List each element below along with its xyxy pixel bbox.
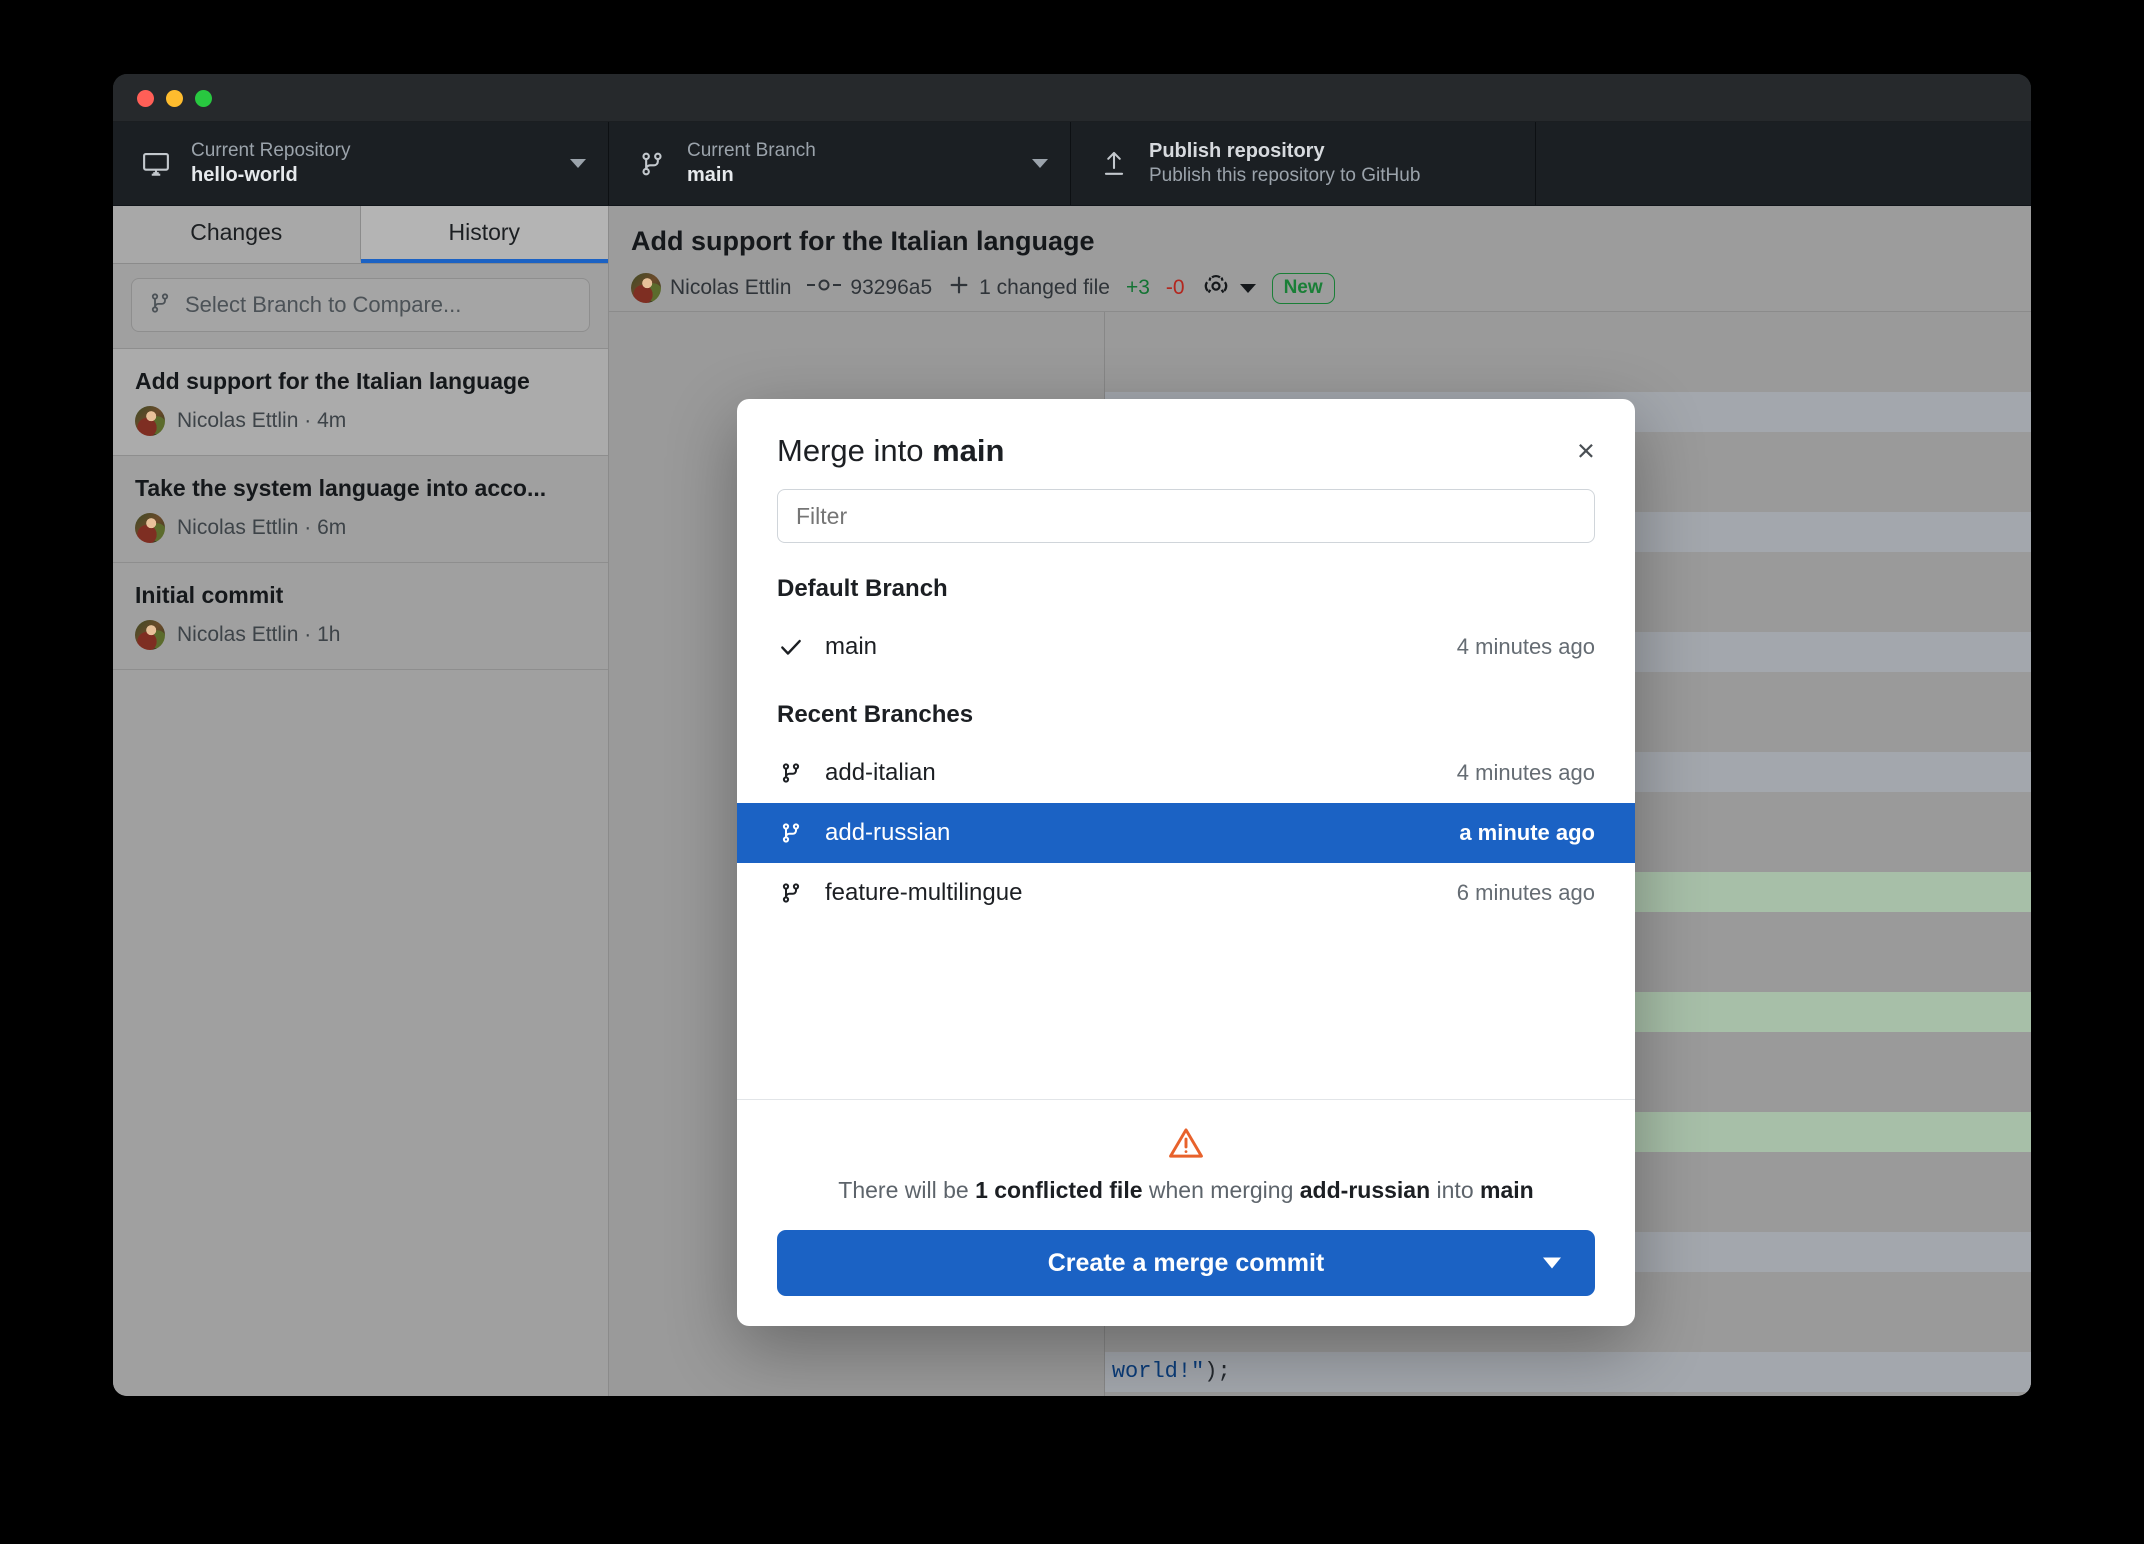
filter-input[interactable] [777,489,1595,543]
dialog-footer: There will be 1 conflicted file when mer… [737,1098,1635,1326]
warning-triangle-icon [777,1126,1595,1160]
github-desktop-window: Current Repository hello-world Current B… [113,74,2031,1396]
create-merge-commit-button[interactable]: Create a merge commit [777,1230,1595,1296]
branch-time: 4 minutes ago [1456,634,1595,659]
close-icon[interactable]: × [1571,433,1601,468]
merge-button-label: Create a merge commit [1047,1248,1325,1277]
filter-wrapper [737,469,1635,543]
group-label-recent-branches: Recent Branches [777,701,974,728]
chevron-down-icon[interactable] [1543,1257,1561,1269]
check-icon [777,634,805,660]
merge-branch-dialog: Merge into main × Default Branch main 4 … [737,399,1635,1326]
dialog-header: Merge into main × [737,399,1635,469]
branch-icon [777,821,805,845]
dialog-title: Merge into main [777,433,1005,468]
branch-list[interactable]: Default Branch main 4 minutes ago Recent… [737,567,1635,1099]
branch-item-add-italian[interactable]: add-italian 4 minutes ago [737,743,1635,803]
branch-item-main[interactable]: main 4 minutes ago [737,617,1635,677]
branch-icon [777,761,805,785]
branch-item-add-russian[interactable]: add-russian a minute ago [737,803,1635,863]
branch-name: feature-multilingue [825,879,1023,906]
branch-time: a minute ago [1459,820,1595,845]
branch-item-feature-multilingue[interactable]: feature-multilingue 6 minutes ago [737,863,1635,923]
branch-name: add-russian [825,819,951,846]
conflict-warning-text: There will be 1 conflicted file when mer… [838,1176,1534,1203]
desktop-background: Current Repository hello-world Current B… [0,0,2144,1544]
branch-time: 6 minutes ago [1456,880,1595,905]
branch-name: main [825,633,878,660]
branch-time: 4 minutes ago [1456,760,1595,785]
modal-overlay: Merge into main × Default Branch main 4 … [113,74,2031,1396]
group-label-default-branch: Default Branch [777,575,948,602]
branch-name: add-italian [825,759,936,786]
branch-icon [777,881,805,905]
